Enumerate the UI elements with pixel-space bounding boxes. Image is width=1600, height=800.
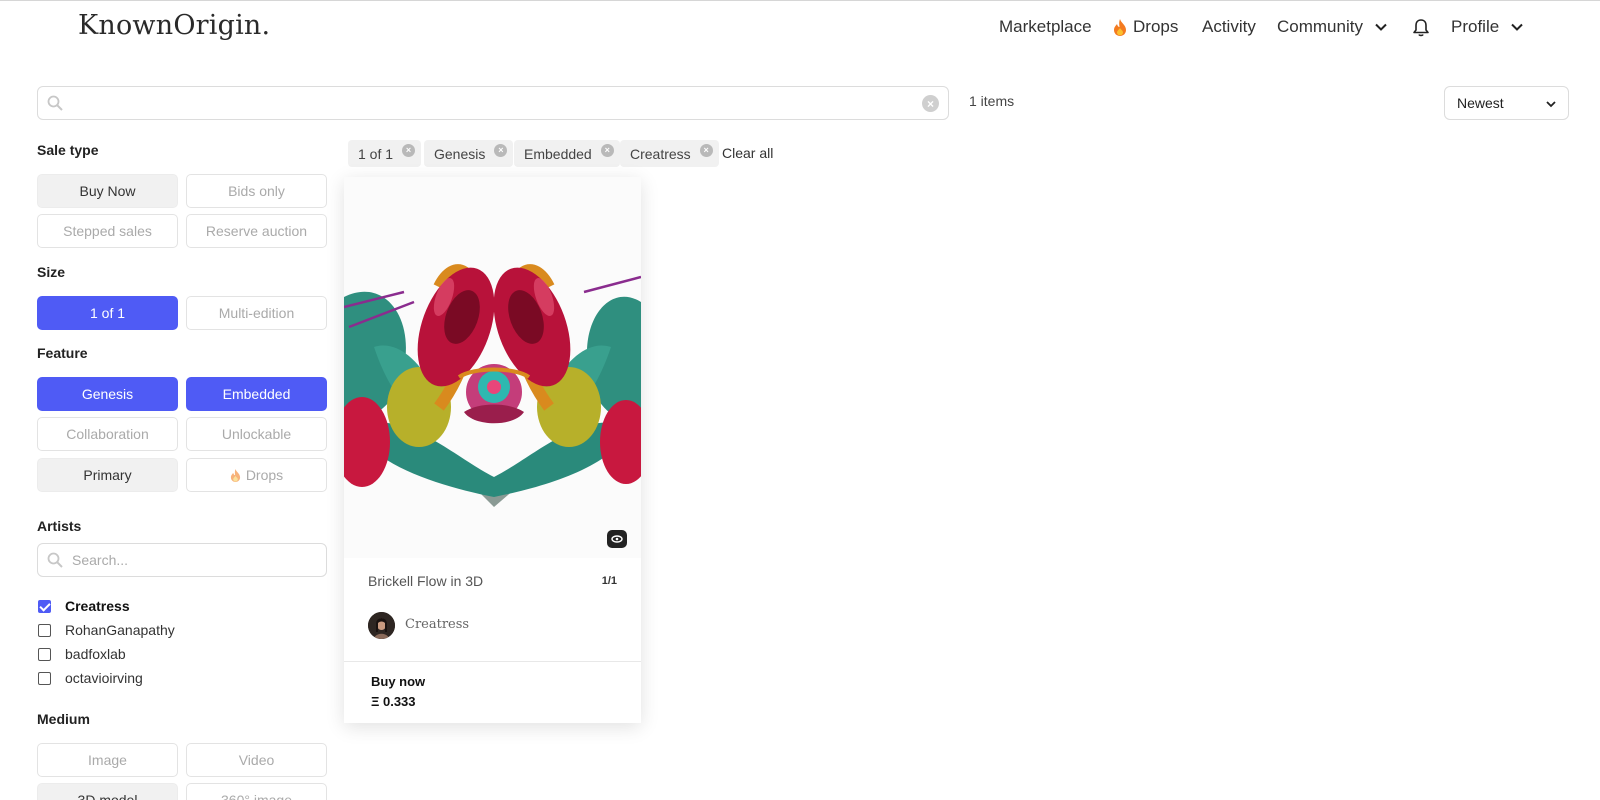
nav-activity-label: Activity <box>1202 17 1256 36</box>
chip-1-of-1[interactable]: 1 of 1 × <box>348 140 422 167</box>
artist-option-creatress[interactable]: Creatress <box>37 597 130 615</box>
artwork-title[interactable]: Brickell Flow in 3D <box>368 573 483 589</box>
bell-icon[interactable] <box>1412 18 1430 38</box>
price: Ξ 0.333 <box>371 694 416 709</box>
nav-profile[interactable]: Profile <box>1451 17 1525 37</box>
3d-model-icon <box>607 530 627 548</box>
chip-genesis[interactable]: Genesis × <box>424 140 514 167</box>
sale-type-title: Sale type <box>37 142 99 158</box>
nav-drops-label: Drops <box>1133 17 1179 36</box>
clear-search-icon[interactable]: × <box>922 95 939 112</box>
chip-label: Creatress <box>630 145 691 162</box>
filter-primary[interactable]: Primary <box>37 458 178 492</box>
flame-icon <box>1114 18 1126 36</box>
nav-marketplace[interactable]: Marketplace <box>999 17 1092 37</box>
filter-collaboration[interactable]: Collaboration <box>37 417 178 451</box>
artist-name[interactable]: Creatress <box>405 617 469 632</box>
chevron-down-icon <box>1511 23 1523 31</box>
filter-video[interactable]: Video <box>186 743 327 777</box>
size-title: Size <box>37 264 66 280</box>
filter-drops-label: Drops <box>245 467 284 483</box>
filter-buy-now[interactable]: Buy Now <box>37 174 178 208</box>
artist-name: octavioirving <box>65 670 143 686</box>
sort-dropdown[interactable]: Newest <box>1444 86 1569 120</box>
filter-drops[interactable]: Drops <box>186 458 327 492</box>
divider <box>344 661 641 662</box>
close-icon[interactable]: × <box>600 143 614 157</box>
nav-community-label: Community <box>1277 17 1363 36</box>
nav-drops[interactable]: Drops <box>1113 17 1178 37</box>
chevron-down-icon <box>1375 23 1387 31</box>
edition-badge: 1/1 <box>601 575 617 587</box>
chip-label: Genesis <box>434 145 486 162</box>
filter-unlockable[interactable]: Unlockable <box>186 417 327 451</box>
checkbox[interactable] <box>38 599 51 613</box>
nav-marketplace-label: Marketplace <box>999 17 1092 36</box>
flame-icon <box>230 468 240 482</box>
filter-genesis[interactable]: Genesis <box>37 377 178 411</box>
feature-title: Feature <box>37 345 88 361</box>
items-count: 1 items <box>969 93 1015 109</box>
close-icon[interactable]: × <box>699 143 713 157</box>
chip-embedded[interactable]: Embedded × <box>514 140 620 167</box>
chevron-down-icon <box>1546 101 1556 108</box>
artist-name: badfoxlab <box>65 646 126 662</box>
artwork-card[interactable]: Brickell Flow in 3D 1/1 Creatress Buy no… <box>344 177 641 723</box>
filter-1-of-1[interactable]: 1 of 1 <box>37 296 178 330</box>
avatar[interactable] <box>368 612 395 639</box>
checkbox[interactable] <box>38 671 51 685</box>
artist-option-badfoxlab[interactable]: badfoxlab <box>37 645 126 663</box>
filter-bids-only[interactable]: Bids only <box>186 174 327 208</box>
search-icon <box>47 95 63 111</box>
artist-search-bar[interactable] <box>37 543 327 577</box>
checkbox[interactable] <box>38 623 51 637</box>
artist-search-input[interactable] <box>72 549 312 571</box>
artist-name: Creatress <box>65 598 130 614</box>
buy-now-label[interactable]: Buy now <box>371 674 425 689</box>
filter-stepped-sales[interactable]: Stepped sales <box>37 214 178 248</box>
clear-all-button[interactable]: Clear all <box>722 145 773 161</box>
filter-embedded[interactable]: Embedded <box>186 377 327 411</box>
medium-title: Medium <box>37 711 90 727</box>
close-icon[interactable]: × <box>494 143 508 157</box>
artist-option-octavioirving[interactable]: octavioirving <box>37 669 143 687</box>
filter-3d-model[interactable]: 3D model <box>37 783 178 800</box>
filter-image[interactable]: Image <box>37 743 178 777</box>
search-input[interactable] <box>72 91 902 115</box>
chip-label: 1 of 1 <box>358 145 394 162</box>
search-bar[interactable]: × <box>37 86 949 120</box>
nav-community[interactable]: Community <box>1277 17 1389 37</box>
filter-reserve-auction[interactable]: Reserve auction <box>186 214 327 248</box>
search-icon <box>47 552 63 568</box>
close-icon[interactable]: × <box>402 143 416 157</box>
sort-selected: Newest <box>1457 95 1504 111</box>
checkbox[interactable] <box>38 647 51 661</box>
chip-label: Embedded <box>524 145 592 162</box>
artwork-media[interactable] <box>344 177 641 558</box>
filter-360-image[interactable]: 360° image <box>186 783 327 800</box>
filter-multi-edition[interactable]: Multi-edition <box>186 296 327 330</box>
logo[interactable]: KnownOrigin. <box>78 10 270 41</box>
top-border <box>0 0 1600 1</box>
chip-creatress[interactable]: Creatress × <box>620 140 719 167</box>
nav-profile-label: Profile <box>1451 17 1500 36</box>
artists-title: Artists <box>37 518 82 534</box>
artist-name: RohanGanapathy <box>65 622 175 638</box>
nav-activity[interactable]: Activity <box>1202 17 1256 37</box>
artist-option-rohanganapathy[interactable]: RohanGanapathy <box>37 621 175 639</box>
artwork-image <box>344 177 641 558</box>
